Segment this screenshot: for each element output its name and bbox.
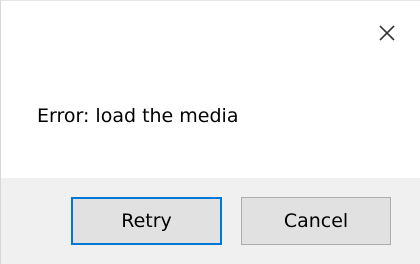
error-dialog: Error: load the media Retry Cancel	[0, 0, 420, 264]
close-icon	[379, 25, 395, 41]
error-message: Error: load the media	[37, 105, 239, 127]
retry-button[interactable]: Retry	[71, 197, 222, 245]
cancel-button[interactable]: Cancel	[241, 197, 391, 245]
close-button[interactable]	[369, 15, 405, 51]
